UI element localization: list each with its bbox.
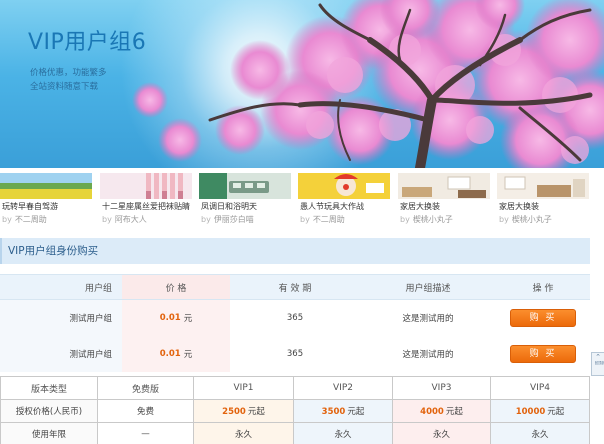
table-header-row: 用户组 价 格 有 效 期 用户组描述 操 作 bbox=[0, 274, 590, 300]
group-name: 测试用户组 bbox=[0, 336, 122, 372]
article-title[interactable]: 家居大换装 bbox=[400, 201, 440, 212]
article-title[interactable]: 凤调日和浴明天 bbox=[201, 201, 257, 212]
column-header-free: 免费版 bbox=[97, 376, 194, 400]
free-period: — bbox=[97, 422, 194, 444]
article-card[interactable]: 凤调日和浴明天 by 伊丽莎白喵 bbox=[199, 173, 295, 224]
article-author: by 伊丽莎白喵 bbox=[201, 215, 254, 224]
article-thumbnail[interactable] bbox=[497, 173, 589, 199]
vip1-price: 2500 元起 bbox=[193, 399, 294, 423]
vip4-period: 永久 bbox=[490, 422, 590, 444]
article-author: by 不二周助 bbox=[2, 215, 47, 224]
free-price: 免费 bbox=[97, 399, 194, 423]
article-title[interactable]: 玩转早春自驾游 bbox=[2, 201, 58, 212]
featured-article-strip: 玩转早春自驾游 by 不二周助 十二星座属丝爱把袜贴睛 by 阿布大人 凤调日和浴明… bbox=[0, 173, 604, 229]
table-row: 使用年限 — 永久 永久 永久 永久 bbox=[0, 422, 590, 444]
article-author: by 楔桃小丸子 bbox=[400, 215, 453, 224]
hero-tagline-1: 价格优惠，功能繁多 bbox=[30, 68, 107, 78]
article-card[interactable]: 十二星座属丝爱把袜贴睛 by 阿布大人 bbox=[100, 173, 196, 224]
price-cell: 0.01 元 bbox=[122, 300, 230, 336]
column-header-vip4: VIP4 bbox=[490, 376, 590, 400]
validity-period: 365 bbox=[230, 300, 360, 336]
group-description: 这是测试用的 bbox=[360, 300, 496, 336]
article-thumbnail[interactable] bbox=[0, 173, 92, 199]
operation-cell: 购 买 bbox=[496, 336, 590, 372]
buy-button[interactable]: 购 买 bbox=[510, 309, 576, 327]
vip1-period: 永久 bbox=[193, 422, 294, 444]
table-row: 测试用户组 0.01 元 365 这是测试用的 购 买 bbox=[0, 336, 590, 372]
article-author: by 阿布大人 bbox=[102, 215, 147, 224]
page-title: VIP用户组6 bbox=[28, 30, 147, 55]
column-header-vip3: VIP3 bbox=[392, 376, 491, 400]
vip-purchase-table: 用户组 价 格 有 效 期 用户组描述 操 作 测试用户组 0.01 元 365… bbox=[0, 274, 590, 372]
row-label-period: 使用年限 bbox=[0, 422, 98, 444]
column-header-group: 用户组 bbox=[0, 275, 122, 299]
column-header-period: 有 效 期 bbox=[230, 275, 360, 299]
column-header-description: 用户组描述 bbox=[360, 275, 496, 299]
vip3-period: 永久 bbox=[392, 422, 491, 444]
column-header-vip1: VIP1 bbox=[193, 376, 294, 400]
article-author: by 不二周助 bbox=[300, 215, 345, 224]
article-thumbnail[interactable] bbox=[298, 173, 390, 199]
chevron-up-icon: ⌃ bbox=[595, 353, 601, 361]
hero-tagline-2: 全站资料随意下载 bbox=[30, 82, 99, 92]
article-title[interactable]: 愚人节玩具大作战 bbox=[300, 201, 364, 212]
hero-banner: VIP用户组6 价格优惠，功能繁多 全站资料随意下载 bbox=[0, 0, 604, 168]
buy-button[interactable]: 购 买 bbox=[510, 345, 576, 363]
vip3-price: 4000 元起 bbox=[392, 399, 491, 423]
article-card[interactable]: 家居大换装 by 楔桃小丸子 bbox=[497, 173, 593, 224]
vip2-price: 3500 元起 bbox=[293, 399, 393, 423]
table-header-row: 版本类型 免费版 VIP1 VIP2 VIP3 VIP4 bbox=[0, 376, 590, 400]
article-thumbnail[interactable] bbox=[100, 173, 192, 199]
price-value: 0.01 bbox=[159, 349, 181, 359]
column-header-version-type: 版本类型 bbox=[0, 376, 98, 400]
table-row: 授权价格(人民币) 免费 2500 元起 3500 元起 4000 元起 10000 元… bbox=[0, 399, 590, 423]
back-to-top-tab[interactable]: ⌃ 回顶部 bbox=[591, 352, 604, 376]
price-cell: 0.01 元 bbox=[122, 336, 230, 372]
validity-period: 365 bbox=[230, 336, 360, 372]
row-label-price: 授权价格(人民币) bbox=[0, 399, 98, 423]
vip4-price: 10000 元起 bbox=[490, 399, 590, 423]
group-name: 测试用户组 bbox=[0, 300, 122, 336]
column-header-price: 价 格 bbox=[122, 275, 230, 299]
back-to-top-label: 回顶部 bbox=[594, 361, 604, 365]
version-comparison-table: 版本类型 免费版 VIP1 VIP2 VIP3 VIP4 授权价格(人民币) 免… bbox=[0, 376, 590, 444]
column-header-vip2: VIP2 bbox=[293, 376, 393, 400]
section-header: VIP用户组身份购买 bbox=[0, 238, 590, 264]
price-unit: 元 bbox=[183, 314, 193, 324]
article-thumbnail[interactable] bbox=[398, 173, 490, 199]
article-card[interactable]: 愚人节玩具大作战 by 不二周助 bbox=[298, 173, 394, 224]
article-thumbnail[interactable] bbox=[199, 173, 291, 199]
article-title[interactable]: 家居大换装 bbox=[499, 201, 539, 212]
price-value: 0.01 bbox=[159, 313, 181, 323]
vip2-period: 永久 bbox=[293, 422, 393, 444]
article-title[interactable]: 十二星座属丝爱把袜贴睛 bbox=[102, 201, 190, 212]
article-author: by 楔桃小丸子 bbox=[499, 215, 552, 224]
operation-cell: 购 买 bbox=[496, 300, 590, 336]
group-description: 这是测试用的 bbox=[360, 336, 496, 372]
price-unit: 元 bbox=[183, 350, 193, 360]
article-card[interactable]: 玩转早春自驾游 by 不二周助 bbox=[0, 173, 96, 224]
article-card[interactable]: 家居大换装 by 楔桃小丸子 bbox=[398, 173, 494, 224]
column-header-operation: 操 作 bbox=[532, 283, 554, 294]
table-row: 测试用户组 0.01 元 365 这是测试用的 购 买 bbox=[0, 300, 590, 336]
